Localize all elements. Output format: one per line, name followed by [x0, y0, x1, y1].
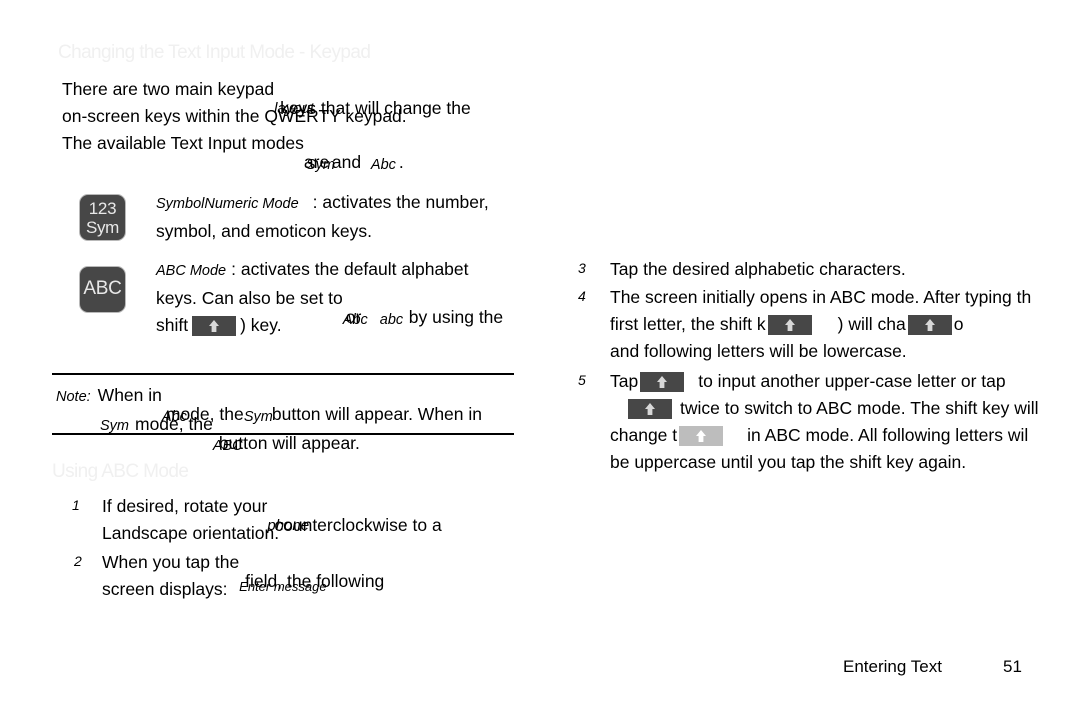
- abc-desc-or: or: [345, 307, 362, 327]
- shift-key-icon: [640, 372, 685, 393]
- step-4-line-2: first letter, the shift k ) will cha o: [610, 311, 1080, 338]
- note-line-1-c: mode, the: [165, 404, 244, 424]
- abc-desc-line-2-a: keys. Can also be set to: [156, 288, 343, 308]
- abc-key-icon: ABC: [79, 266, 126, 313]
- modes-period: .: [398, 152, 404, 172]
- note-sym-2: Sym: [100, 418, 129, 434]
- step-3: 3 Tap the desired alphabetic characters.: [578, 256, 1080, 284]
- step-1-line-1-a: If desired, rotate your: [102, 496, 268, 516]
- note-rule-top: [52, 373, 514, 375]
- sym-term-symbol: Symbol: [156, 196, 205, 212]
- step-4-line-3: and following letters will be lowercase.: [610, 341, 907, 361]
- step-3-number: 3: [578, 260, 586, 276]
- abc-desc-rest: : activates the default alphabet: [231, 259, 469, 279]
- up-arrow-icon: [207, 319, 221, 333]
- section-heading-using-abc-mode: Using ABC Mode: [52, 461, 189, 482]
- right-steps-list: 3 Tap the desired alphabetic characters.…: [578, 256, 1080, 480]
- sym-key-line-1: 123: [88, 199, 117, 218]
- sym-desc-line-2: symbol, and emoticon keys.: [156, 221, 372, 241]
- sym-term-numeric-mode: Numeric Mode: [204, 196, 299, 212]
- abc-shift-word: shift: [156, 315, 189, 335]
- sym-mode-description: SymbolNumeric Mode : activates the number…: [156, 189, 576, 245]
- abc-desc-line-3: shift ) key.: [156, 312, 586, 339]
- up-arrow-icon: [655, 375, 669, 389]
- sym-desc-rest: : activates the number,: [312, 192, 489, 212]
- document-page: Changing the Text Input Mode - Keypad Th…: [0, 0, 1080, 720]
- shift-key-icon: [192, 316, 237, 337]
- note-line-1-e: button will appear. When in: [271, 404, 483, 424]
- note-rule-bottom: [52, 433, 514, 435]
- footer-chapter-label: Entering Text: [843, 657, 942, 676]
- section-heading-changing-text-input-mode: Changing the Text Input Mode - Keypad: [58, 42, 371, 63]
- footer-page-number: 51: [1003, 657, 1022, 676]
- note-sym-1: Sym: [243, 409, 273, 425]
- modes-text-d: and: [331, 152, 362, 172]
- step-5-line-3-b: in ABC mode. All following letters wil: [747, 425, 1029, 445]
- step-5-line-2-a: twice to switch to ABC mode. The shift k…: [680, 398, 1039, 418]
- left-steps-list: 1 If desired, rotate your phone counterclo…: [72, 493, 572, 605]
- step-5: 5 Tap to input another upper-case letter …: [578, 368, 1080, 480]
- abc-variant-lower: abc: [379, 312, 404, 328]
- step-2-line-1-c: field, the following: [245, 571, 385, 591]
- step-1-line-1-c: counterclockwise to a: [274, 515, 442, 535]
- shift-key-icon: [907, 315, 952, 336]
- step-5-number: 5: [578, 372, 586, 388]
- note-block: Note: When in Abc mode, the Sym button will a…: [56, 382, 561, 454]
- intro-line-1: There are two main keypad layout keys that…: [62, 76, 562, 118]
- step-5-line-2: twice to switch to ABC mode. The shift k…: [610, 395, 1080, 422]
- step-1: 1 If desired, rotate your phone counterclo…: [72, 493, 572, 549]
- intro-line-1-part-c: keys that will change the: [280, 98, 471, 118]
- intro-paragraph: There are two main keypad layout keys that…: [62, 76, 562, 130]
- sym-key-line-2: Sym: [85, 218, 120, 237]
- note-label: Note:: [56, 389, 91, 405]
- step-2: 2 When you tap the Enter message field, th…: [72, 549, 572, 605]
- modes-text-a: The available Text Input modes: [62, 133, 304, 153]
- shift-key-icon: [767, 315, 812, 336]
- step-1-text: If desired, rotate your phone counterclock…: [102, 493, 572, 547]
- up-arrow-icon: [783, 318, 797, 332]
- step-5-line-1-b: to input another upper-case letter or ta…: [698, 371, 1006, 391]
- sym-numeric-key-icon: 123 Sym: [79, 194, 126, 241]
- intro-line-1-part-a: There are two main keypad: [62, 79, 275, 99]
- step-5-line-4: be uppercase until you tap the shift key…: [610, 452, 967, 472]
- step-1-number: 1: [72, 497, 80, 513]
- step-4-line-2-c: o: [953, 314, 964, 334]
- shift-key-icon: [628, 399, 672, 420]
- step-4: 4 The screen initially opens in ABC mode…: [578, 284, 1080, 368]
- step-4-line-2-b: ) will cha: [837, 314, 906, 334]
- step-2-line-1-a: When you tap the: [102, 552, 240, 572]
- note-line-1: Note: When in Abc mode, the Sym button will a…: [56, 382, 561, 425]
- abc-mode-description: ABC Mode: activates the default alphabet…: [156, 256, 586, 339]
- step-4-text: The screen initially opens in ABC mode. …: [610, 284, 1080, 365]
- step-2-text: When you tap the Enter message field, the …: [102, 549, 572, 603]
- step-5-line-3: change t in ABC mode. All following lette…: [610, 422, 1080, 449]
- abc-key-label: ABC: [83, 278, 122, 299]
- step-5-tap-word: Tap: [610, 371, 639, 391]
- note-line-1-a: When in: [97, 385, 162, 405]
- abc-term: ABC Mode: [156, 263, 227, 279]
- up-arrow-icon: [923, 318, 937, 332]
- step-5-line-1: Tap to input another upper-case letter or…: [610, 368, 1080, 395]
- up-arrow-icon: [643, 402, 657, 416]
- step-4-line-1: The screen initially opens in ABC mode. …: [610, 287, 1032, 307]
- step-4-line-2-a: first letter, the shift k: [610, 314, 766, 334]
- abc-desc-line-2: keys. Can also be set to Abc or abc by using…: [156, 285, 586, 328]
- step-3-line-1: Tap the desired alphabetic characters.: [610, 259, 906, 279]
- modes-abc: Abc: [370, 157, 396, 173]
- intro-modes-line: The available Text Input modes are Sym and A…: [62, 130, 582, 173]
- step-5-text: Tap to input another upper-case letter or…: [610, 368, 1080, 476]
- abc-desc-line-2-e: by using the: [408, 307, 504, 327]
- up-arrow-icon: [694, 429, 708, 443]
- shift-key-light-icon: [679, 426, 724, 447]
- step-2-number: 2: [74, 553, 82, 569]
- step-5-line-3-a: change t: [610, 425, 678, 445]
- modes-sym: Sym: [305, 157, 335, 173]
- step-4-number: 4: [578, 288, 586, 304]
- abc-key-suffix: ) key.: [240, 315, 282, 335]
